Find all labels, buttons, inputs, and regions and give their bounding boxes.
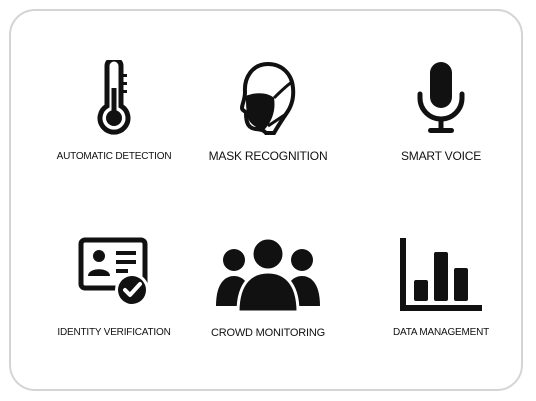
microphone-icon (417, 62, 465, 133)
feature-label: MASK RECOGNITION (208, 149, 328, 163)
feature-automatic-detection: AUTOMATIC DETECTION (30, 60, 198, 170)
feature-label: IDENTITY VERIFICATION (57, 327, 171, 338)
face-mask-icon (239, 61, 296, 135)
feature-crowd-monitoring: CROWD MONITORING (184, 236, 352, 341)
feature-label: CROWD MONITORING (211, 327, 325, 339)
feature-identity-verification: IDENTITY VERIFICATION (30, 236, 198, 341)
feature-label: AUTOMATIC DETECTION (56, 151, 172, 162)
feature-label: SMART VOICE (400, 149, 482, 163)
id-card-check-icon (78, 237, 149, 307)
thermometer-icon (97, 60, 131, 135)
feature-smart-voice: SMART VOICE (357, 60, 525, 170)
crowd-icon (216, 236, 320, 314)
feature-data-management: DATA MANAGEMENT (357, 236, 525, 341)
feature-label: DATA MANAGEMENT (392, 327, 490, 338)
feature-mask-recognition: MASK RECOGNITION (184, 60, 352, 170)
bar-chart-icon (400, 238, 482, 311)
